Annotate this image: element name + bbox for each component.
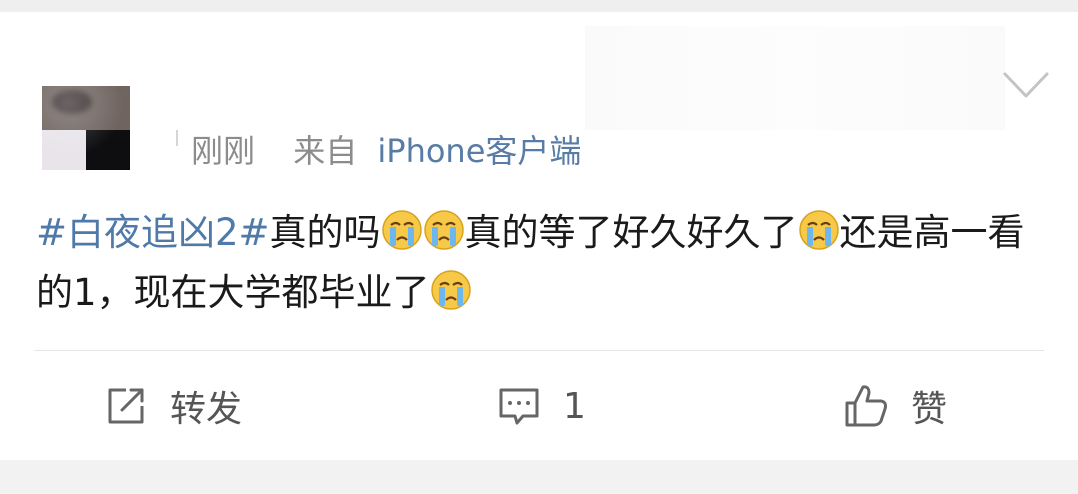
content-text-2: 真的等了好久好久了: [464, 211, 798, 254]
top-separator: [0, 0, 1078, 12]
crying-face-emoji-icon: [381, 209, 423, 251]
hashtag-link[interactable]: #白夜追凶2#: [36, 211, 270, 254]
comment-icon: [497, 384, 541, 428]
post-meta: 刚刚 来自 iPhone客户端: [191, 131, 581, 171]
redacted-mark: [176, 130, 178, 146]
avatar[interactable]: [42, 86, 130, 170]
crying-face-emoji-icon: [798, 209, 840, 251]
post-time: 刚刚: [191, 132, 256, 170]
chevron-down-icon[interactable]: [1003, 70, 1049, 100]
crying-face-emoji-icon: [423, 209, 465, 251]
crying-face-emoji-icon: [430, 269, 472, 311]
post-content: #白夜追凶2#真的吗 真的等了好久好久了 还是高一看的1，现在大学都毕业了: [36, 203, 1046, 323]
comment-button[interactable]: 1: [497, 380, 586, 432]
bottom-separator: [0, 460, 1078, 494]
like-label: 赞: [911, 389, 948, 430]
post-source-link[interactable]: iPhone客户端: [377, 132, 581, 170]
source-prefix: 来自: [293, 132, 358, 170]
repost-label: 转发: [170, 389, 243, 430]
repost-button[interactable]: 转发: [104, 380, 242, 432]
like-button[interactable]: 赞: [843, 380, 947, 432]
thumbs-up-icon: [843, 383, 889, 429]
divider: [34, 350, 1044, 351]
content-text-1: 真的吗: [269, 211, 381, 254]
redacted-username: [585, 26, 1005, 130]
comment-count: 1: [563, 385, 586, 427]
repost-icon: [104, 384, 148, 428]
